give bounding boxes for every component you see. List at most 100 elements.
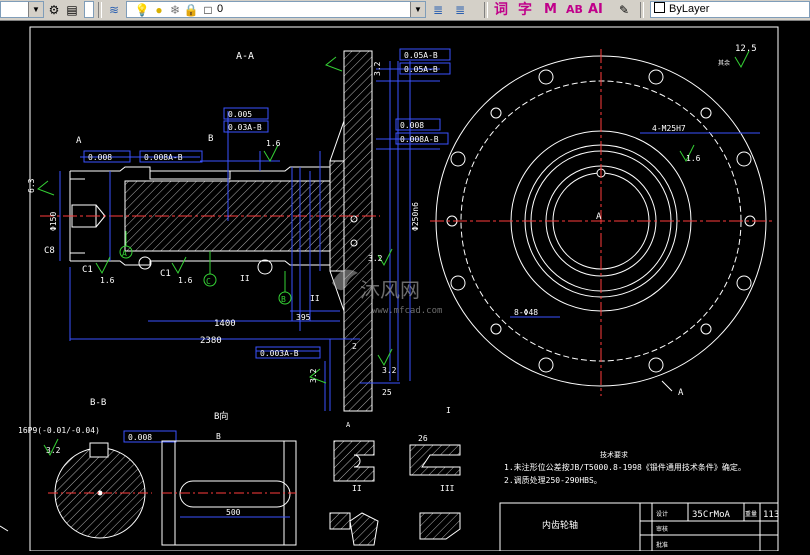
layer-manager-icon[interactable]: ≋ <box>106 2 122 18</box>
color-square-icon: □ <box>204 3 212 17</box>
roughness-text: 3.2 <box>373 61 382 76</box>
linetype-value: ByLayer <box>669 3 710 15</box>
text-style-button[interactable]: 词 <box>494 1 508 19</box>
hole-callout: 8-Φ48 <box>514 308 538 317</box>
tech-req-1: 1.未注形位公差按JB/T5000.8-1998《锻件通用技术条件》确定。 <box>504 462 746 472</box>
section-label-aa: A-A <box>236 51 254 62</box>
toolbar-separator <box>98 2 102 18</box>
keyway-tolerance: 16P9(-0.01/-0.04) <box>18 426 100 435</box>
detail-label: II <box>352 484 362 493</box>
layer-previous-icon[interactable]: ≣ <box>452 2 468 18</box>
lock-icon[interactable]: 🔒 <box>183 2 199 18</box>
roughness-text: 6.3 <box>27 178 36 193</box>
weight-value: 113 <box>763 510 779 520</box>
section-bb[interactable] <box>48 442 152 539</box>
tolerance-text: 0.05A-B <box>404 65 438 74</box>
tolerance-text: 0.003A-B <box>260 349 299 358</box>
part-name: 内齿轮轴 <box>542 519 578 531</box>
drawing-canvas[interactable]: 0.008 0.008A-B 0.005 0.03A-B 0.05A-B 0.0… <box>0 21 810 552</box>
dimension-text: 2380 <box>200 336 222 346</box>
chevron-down-icon[interactable]: ▼ <box>28 2 43 17</box>
view-label-b: B向 <box>214 410 228 422</box>
bulb-icon[interactable]: 💡 <box>134 2 150 18</box>
dimension-text: Φ150 <box>49 212 58 231</box>
section-label-bb: B-B <box>90 398 106 408</box>
dimension-text: 1400 <box>214 319 236 329</box>
chamfer-label: C1 <box>82 265 93 275</box>
dimension-text: 395 <box>296 313 311 322</box>
roughness-text: 3.2 <box>309 368 318 383</box>
detail-sketches[interactable] <box>329 440 461 546</box>
chamfer-label: C1 <box>160 269 171 279</box>
datum-c-label: C <box>206 277 211 286</box>
checked-by-label: 审核 <box>656 525 668 533</box>
toolbar-separator <box>484 2 488 18</box>
tolerance-text: 0.008A-B <box>144 153 183 162</box>
dimension-text: 25 <box>382 388 392 397</box>
roughness-text: 1.6 <box>266 139 281 148</box>
dimension-text: 2 <box>352 342 357 351</box>
sun-icon[interactable]: ● <box>151 2 167 18</box>
layer-icon[interactable]: ▤ <box>64 2 80 18</box>
linetype-combo[interactable]: ByLayer <box>650 1 810 18</box>
tech-req-2: 2.调质处理250-290HBS。 <box>504 475 602 485</box>
datum-a-label: A <box>122 249 127 258</box>
datum-b-label: B <box>281 295 286 304</box>
color-square-icon <box>654 2 665 13</box>
roughness-text: 3.2 <box>46 446 61 455</box>
material-value: 35CrMoA <box>692 510 731 520</box>
detail-marker: II <box>310 294 320 303</box>
match-layer-icon[interactable]: ≣ <box>430 2 446 18</box>
drawing-svg[interactable]: 0.008 0.008A-B 0.005 0.03A-B 0.05A-B 0.0… <box>0 21 810 552</box>
detail-label: A <box>346 421 351 429</box>
dimension-text: 26 <box>418 434 428 443</box>
section-marker-a: A <box>76 136 82 146</box>
approved-label: 批准 <box>656 541 668 549</box>
text-edit-icon[interactable]: ✎ <box>616 2 632 18</box>
dimstyle-combo[interactable] <box>84 1 94 18</box>
watermark-text: 沐风网 <box>360 278 420 302</box>
roughness-text: 1.6 <box>178 276 193 285</box>
roughness-remain-text: 其余 <box>718 59 730 67</box>
dim-style-button[interactable]: 字 <box>518 1 532 19</box>
view-arrow-label: A <box>678 388 684 398</box>
roughness-text: 1.6 <box>100 276 115 285</box>
tolerance-text: 0.03A-B <box>228 123 262 132</box>
detail-label: I <box>446 406 451 415</box>
tolerance-text: 0.008 <box>400 121 424 130</box>
toolbar-separator <box>640 2 644 18</box>
drawn-by-label: 设计 <box>656 510 668 518</box>
dimension-text: 500 <box>226 508 241 517</box>
roughness-text: 12.5 <box>735 44 757 54</box>
section-marker-b: B <box>208 134 213 144</box>
roughness-text: 3.2 <box>368 254 383 263</box>
text-ai-button[interactable]: AI <box>588 1 603 19</box>
center-label: A <box>596 212 602 222</box>
layer-value: 0 <box>217 3 224 15</box>
view-arrow-b: B <box>216 432 221 441</box>
chevron-down-icon[interactable]: ▼ <box>410 2 425 17</box>
roughness-text: 3.2 <box>382 366 397 375</box>
chamfer-label: C8 <box>44 246 55 256</box>
detail-marker: II <box>240 274 250 283</box>
tech-req-title: 技术要求 <box>600 450 628 459</box>
cad-toolbar: ▼ ⚙ ▤ ≋ 💡 ● ❄ 🔒 □ 0 ▼ ≣ ≣ 词 字 M AB AI ✎ … <box>0 0 810 21</box>
roughness-text: 1.6 <box>686 154 701 163</box>
gear-icon[interactable]: ⚙ <box>46 2 62 18</box>
tolerance-text: 0.008 <box>88 153 112 162</box>
hole-callout: 4-M25H7 <box>652 124 686 133</box>
freeze-icon[interactable]: ❄ <box>167 2 183 18</box>
layer-combo[interactable]: 💡 ● ❄ 🔒 □ 0 ▼ <box>126 1 426 18</box>
tolerance-text: 0.05A-B <box>404 51 438 60</box>
dimension-text: Φ250n6 <box>411 202 420 231</box>
tolerance-text: 0.008A-B <box>400 135 439 144</box>
text-ab-button[interactable]: AB <box>566 1 583 19</box>
previous-combo[interactable]: ▼ <box>0 1 44 18</box>
tolerance-text: 0.008 <box>128 433 152 442</box>
detail-label: III <box>440 484 455 493</box>
shaft-main-view[interactable] <box>69 50 373 412</box>
weight-label: 重量 <box>745 510 757 518</box>
mtext-button[interactable]: M <box>544 1 557 19</box>
watermark-url: www.mfcad.com <box>372 306 442 316</box>
view-b-detail[interactable] <box>161 440 297 546</box>
